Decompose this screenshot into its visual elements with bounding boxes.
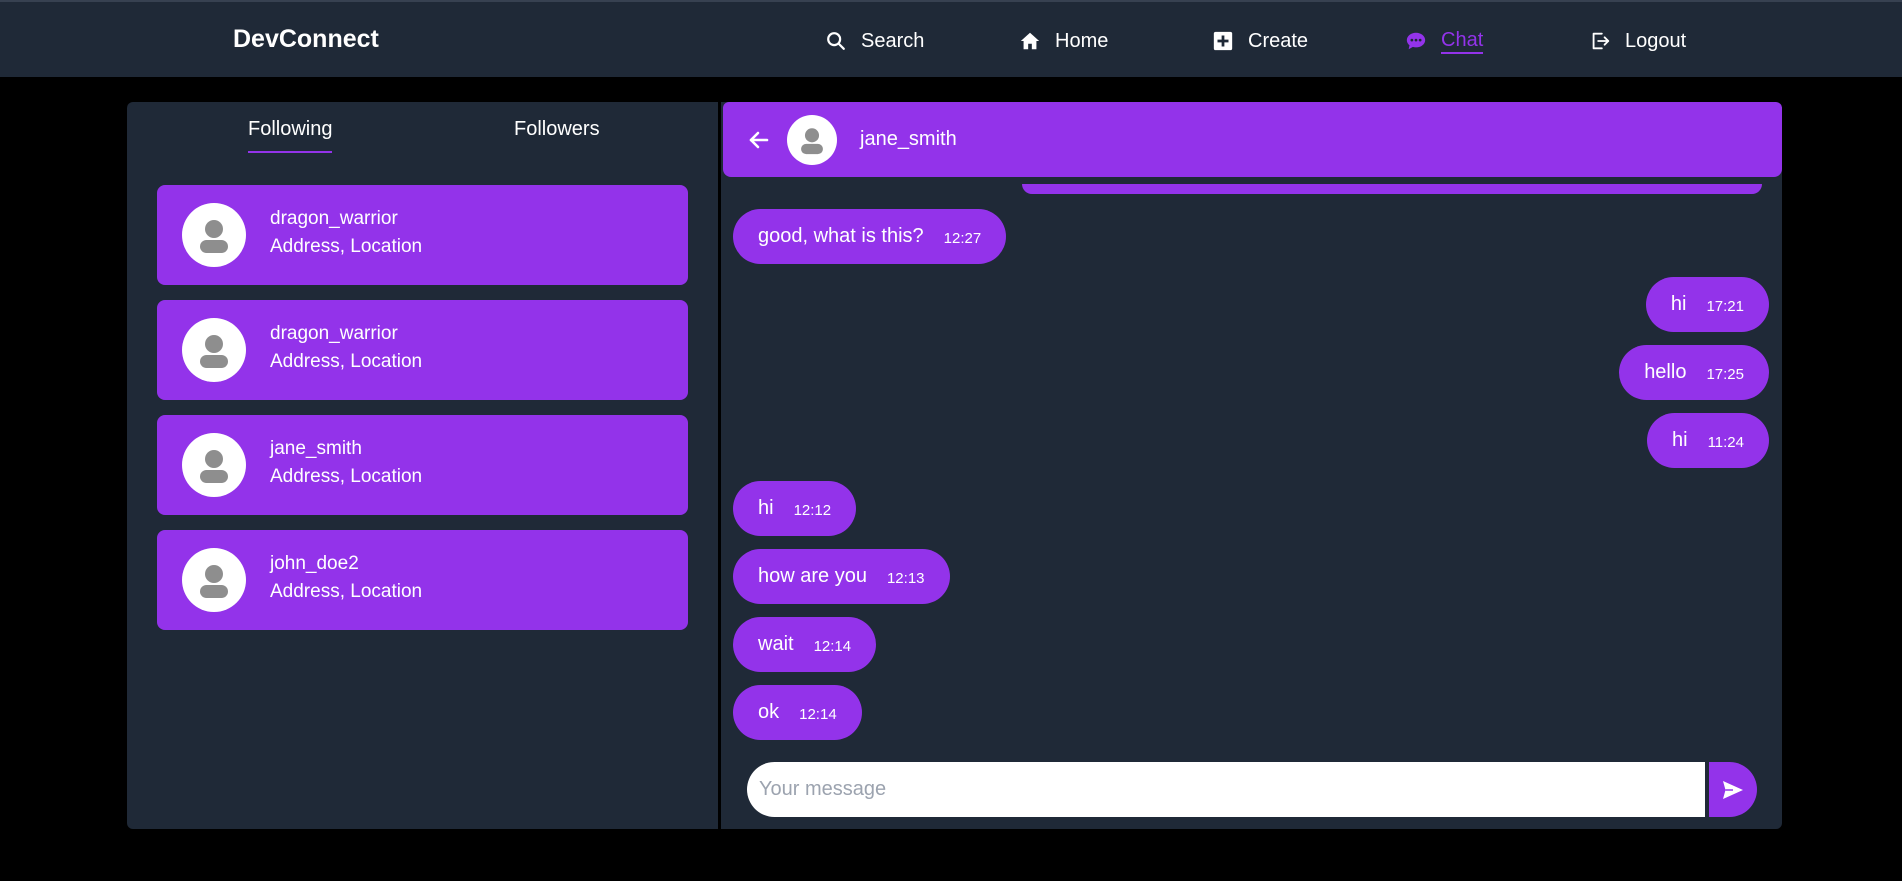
message-text: hi (758, 497, 774, 519)
main-panel: Following Followers dragon_warrior Addre… (127, 102, 1782, 829)
message-text: hello (1644, 361, 1687, 383)
connections-tabs: Following Followers (127, 102, 718, 162)
message-bubble: hi 12:12 (733, 481, 857, 536)
avatar (787, 115, 837, 165)
message-time: 17:25 (1706, 366, 1744, 383)
message-time: 12:13 (886, 570, 925, 587)
nav-create[interactable]: Create (1212, 24, 1308, 58)
avatar (182, 548, 246, 612)
plus-square-icon (1212, 30, 1234, 52)
user-card[interactable]: john_doe2 Address, Location (157, 530, 688, 630)
nav-search-label: Search (861, 29, 925, 52)
send-icon (1723, 780, 1743, 799)
user-name: dragon_warrior (270, 323, 398, 344)
nav-search[interactable]: Search (825, 24, 924, 58)
message-text: hi (1671, 429, 1688, 451)
message-text: ok (758, 701, 780, 723)
user-address: Address, Location (270, 581, 423, 602)
back-arrow-icon[interactable] (747, 128, 771, 152)
message-time: 17:21 (1706, 298, 1744, 315)
home-icon (1019, 30, 1041, 52)
user-placeholder-icon (200, 565, 228, 598)
message-bubble: wait 12:14 (733, 617, 877, 672)
send-button[interactable] (1709, 762, 1757, 817)
logout-icon (1589, 30, 1611, 52)
chat-bubble-icon (1405, 30, 1427, 52)
chat-contact-name: jane_smith (860, 128, 957, 150)
message-bubble: hello 17:25 (1619, 345, 1769, 400)
message-text: good, what is this? (758, 225, 924, 247)
nav-logout-label: Logout (1625, 29, 1687, 52)
user-placeholder-icon (801, 128, 823, 155)
user-placeholder-icon (200, 335, 228, 368)
partial-message-bubble (1022, 184, 1762, 194)
avatar (182, 203, 246, 267)
nav-chat-label: Chat (1441, 29, 1484, 54)
tab-followers[interactable]: Followers (514, 118, 600, 151)
tab-following[interactable]: Following (248, 118, 333, 153)
nav-logout[interactable]: Logout (1589, 24, 1686, 58)
user-name: dragon_warrior (270, 208, 398, 229)
search-icon (825, 30, 847, 52)
message-time: 12:14 (799, 706, 837, 723)
message-time: 12:12 (793, 502, 832, 519)
message-bubble: hi 11:24 (1646, 413, 1769, 468)
user-placeholder-icon (200, 220, 228, 253)
brand-logo-text[interactable]: DevConnect (233, 25, 379, 54)
avatar (182, 433, 246, 497)
panel-divider (718, 102, 721, 829)
nav-create-label: Create (1248, 29, 1309, 52)
user-address: Address, Location (270, 236, 423, 257)
user-placeholder-icon (200, 450, 228, 483)
message-text: hi (1670, 293, 1687, 315)
message-bubble: hi 17:21 (1645, 277, 1769, 332)
message-text: wait (758, 633, 794, 655)
user-card[interactable]: dragon_warrior Address, Location (157, 185, 688, 285)
message-text: how are you (758, 565, 867, 587)
top-navbar: DevConnect Search Home Create Chat Logou… (0, 0, 1902, 77)
message-bubble: how are you 12:13 (733, 549, 950, 604)
message-time: 11:24 (1707, 434, 1744, 451)
message-bubble: ok 12:14 (733, 685, 862, 740)
user-card[interactable]: jane_smith Address, Location (157, 415, 688, 515)
user-address: Address, Location (270, 351, 423, 372)
user-name: john_doe2 (270, 553, 359, 574)
user-card[interactable]: dragon_warrior Address, Location (157, 300, 688, 400)
nav-home-label: Home (1055, 29, 1109, 52)
message-input[interactable] (747, 762, 1705, 817)
chat-header: jane_smith (723, 102, 1782, 177)
nav-chat[interactable]: Chat (1405, 24, 1484, 58)
user-name: jane_smith (270, 438, 362, 459)
avatar (182, 318, 246, 382)
message-time: 12:27 (943, 230, 982, 247)
message-bubble: good, what is this? 12:27 (733, 209, 1007, 264)
user-address: Address, Location (270, 466, 423, 487)
message-time: 12:14 (813, 638, 852, 655)
nav-home[interactable]: Home (1019, 24, 1108, 58)
